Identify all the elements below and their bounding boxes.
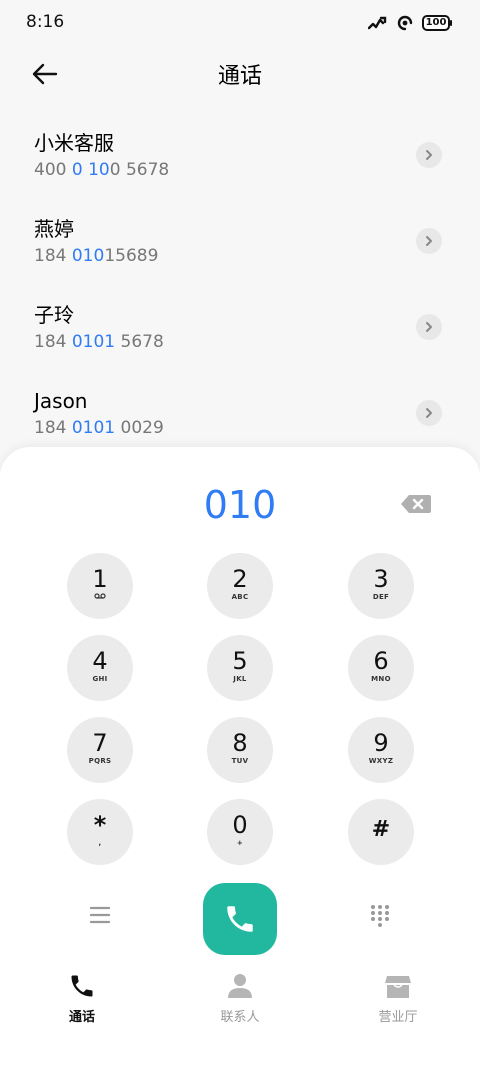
key-7[interactable]: 7 PQRS (67, 717, 133, 783)
contact-number: 184 01015689 (34, 246, 159, 266)
nav-item-calls[interactable]: 通话 (32, 972, 132, 1025)
contact-name: 子玲 (34, 303, 74, 327)
key-5[interactable]: 5 JKL (207, 635, 273, 701)
key-8[interactable]: 8 TUV (207, 717, 273, 783)
result-item[interactable]: 小米客服 400 0 100 5678 (0, 112, 480, 198)
key-2[interactable]: 2 ABC (207, 553, 273, 619)
contact-number: 184 0101 0029 (34, 418, 164, 438)
contact-name: 燕婷 (34, 217, 74, 241)
key-1[interactable]: 1 (67, 553, 133, 619)
menu-icon (89, 906, 111, 924)
signal-activity-icon (368, 16, 387, 30)
header: 通话 (0, 46, 480, 102)
nav-label: 营业厅 (378, 1010, 418, 1025)
result-item[interactable]: Jason 184 0101 0029 (0, 370, 480, 456)
key-3[interactable]: 3 DEF (348, 553, 414, 619)
call-button[interactable] (203, 883, 277, 955)
bottom-nav: 通话 联系人 营业厅 (0, 972, 480, 1032)
result-item[interactable]: 子玲 184 0101 5678 (0, 284, 480, 370)
status-icons: 100 (368, 14, 452, 32)
hotspot-icon (397, 15, 413, 31)
contact-number: 400 0 100 5678 (34, 160, 170, 180)
nav-label: 联系人 (220, 1010, 260, 1025)
phone-icon (227, 906, 253, 932)
nav-item-contacts[interactable]: 联系人 (190, 972, 290, 1025)
backspace-icon (401, 495, 431, 513)
contact-name: 小米客服 (34, 131, 114, 155)
key-9[interactable]: 9 WXYZ (348, 717, 414, 783)
nav-label: 通话 (68, 1010, 95, 1025)
contact-number: 184 0101 5678 (34, 332, 164, 352)
voicemail-icon (67, 592, 133, 603)
store-icon (385, 976, 411, 998)
key-4[interactable]: 4 GHI (67, 635, 133, 701)
chevron-right-icon (426, 408, 432, 418)
search-result-list: 小米客服 400 0 100 5678 燕婷 184 01015689 子玲 1… (0, 112, 480, 456)
nav-item-store[interactable]: 营业厅 (348, 972, 448, 1025)
detail-button[interactable] (416, 142, 442, 168)
chevron-right-icon (426, 236, 432, 246)
detail-button[interactable] (416, 314, 442, 340)
keypad-icon (371, 905, 389, 927)
detail-button[interactable] (416, 228, 442, 254)
keypad-toggle-button[interactable] (368, 903, 392, 929)
backspace-button[interactable] (400, 493, 432, 515)
result-item[interactable]: 燕婷 184 01015689 (0, 198, 480, 284)
phone-icon (71, 975, 93, 997)
chevron-right-icon (426, 322, 432, 332)
menu-button[interactable] (88, 903, 112, 927)
chevron-right-icon (426, 150, 432, 160)
contact-name: Jason (34, 389, 88, 413)
key-hash[interactable]: # (348, 799, 414, 865)
battery-icon: 100 (422, 15, 452, 31)
dialer-screen: 8:16 100 通话 小米客服 400 0 100 5678 燕婷 184 0… (0, 0, 480, 1066)
key-0[interactable]: 0 + (207, 799, 273, 865)
contacts-icon (228, 974, 252, 998)
status-bar: 8:16 100 (0, 0, 480, 46)
key-star[interactable]: * , (67, 799, 133, 865)
status-time: 8:16 (26, 12, 65, 32)
page-title: 通话 (217, 64, 262, 89)
key-digit: 1 (92, 565, 108, 593)
detail-button[interactable] (416, 400, 442, 426)
key-6[interactable]: 6 MNO (348, 635, 414, 701)
